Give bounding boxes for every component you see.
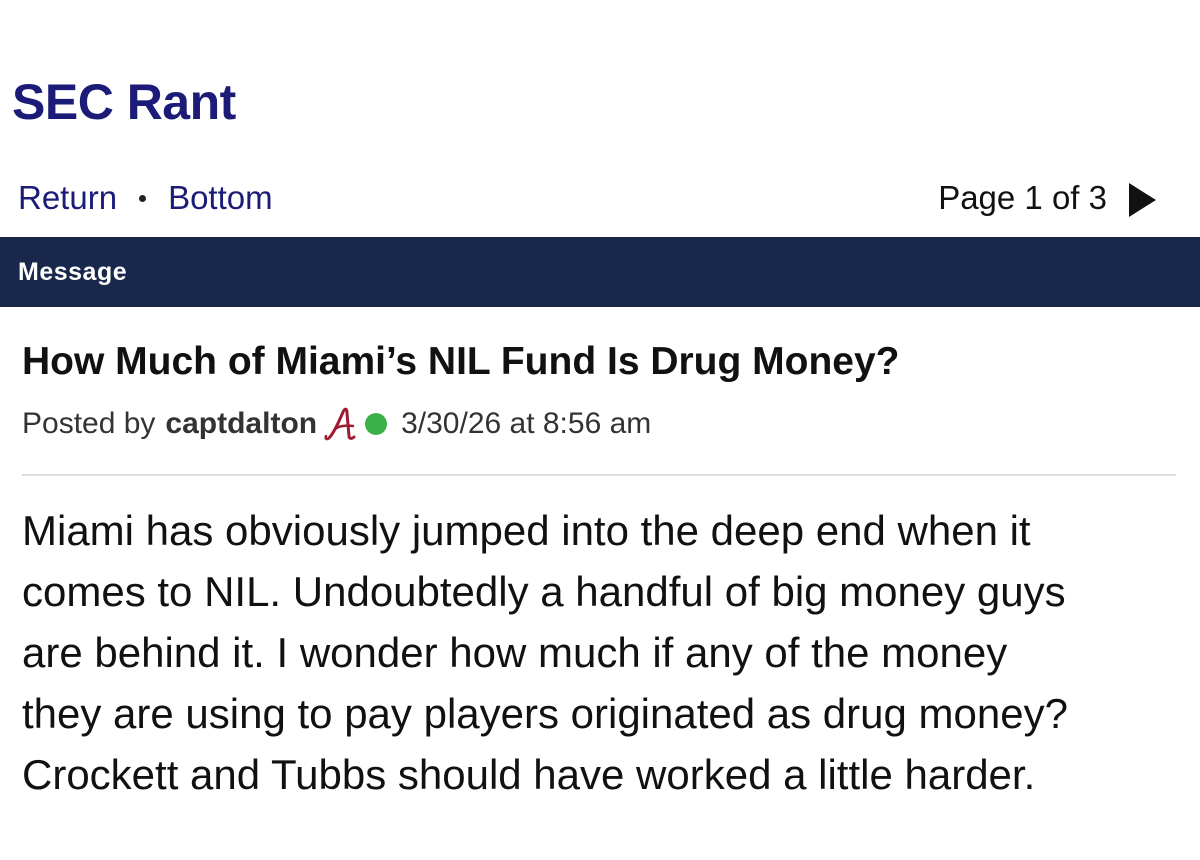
thread-nav-links: Return Bottom bbox=[18, 172, 273, 224]
forum-page: SEC Rant Return Bottom Page 1 of 3 Messa… bbox=[0, 0, 1200, 860]
post-body-line: Crockett and Tubbs should have worked a … bbox=[22, 751, 1036, 798]
board-title[interactable]: SEC Rant bbox=[12, 72, 236, 132]
post-body: Miami has obviously jumped into the deep… bbox=[22, 500, 1192, 805]
post-body-line: are behind it. I wonder how much if any … bbox=[22, 629, 1008, 676]
bottom-link[interactable]: Bottom bbox=[168, 179, 273, 217]
author-link[interactable]: captdalton bbox=[165, 407, 317, 441]
post-body-line: they are using to pay players originated… bbox=[22, 690, 1068, 737]
page-indicator: Page 1 of 3 bbox=[938, 179, 1107, 216]
next-page-icon[interactable] bbox=[1129, 183, 1156, 217]
nav-separator-dot bbox=[139, 194, 147, 202]
post-body-line: Miami has obviously jumped into the deep… bbox=[22, 507, 1031, 554]
message-section-header: Message bbox=[0, 237, 1200, 307]
post-meta: Posted by captdalton 3/30/26 at 8:56 am bbox=[22, 402, 651, 446]
post-body-line: comes to NIL. Undoubtedly a handful of b… bbox=[22, 568, 1066, 615]
post-title: How Much of Miami’s NIL Fund Is Drug Mon… bbox=[22, 340, 900, 383]
online-status-icon bbox=[365, 413, 388, 435]
thread-nav-bar: Return Bottom Page 1 of 3 bbox=[0, 172, 1200, 224]
post-timestamp: 3/30/26 at 8:56 am bbox=[401, 407, 652, 440]
pager: Page 1 of 3 bbox=[938, 172, 1156, 224]
posted-by-label: Posted by bbox=[22, 407, 156, 440]
message-header-label: Message bbox=[18, 257, 128, 286]
alabama-team-icon bbox=[324, 407, 356, 441]
return-link[interactable]: Return bbox=[18, 179, 117, 217]
post-divider bbox=[22, 474, 1176, 476]
